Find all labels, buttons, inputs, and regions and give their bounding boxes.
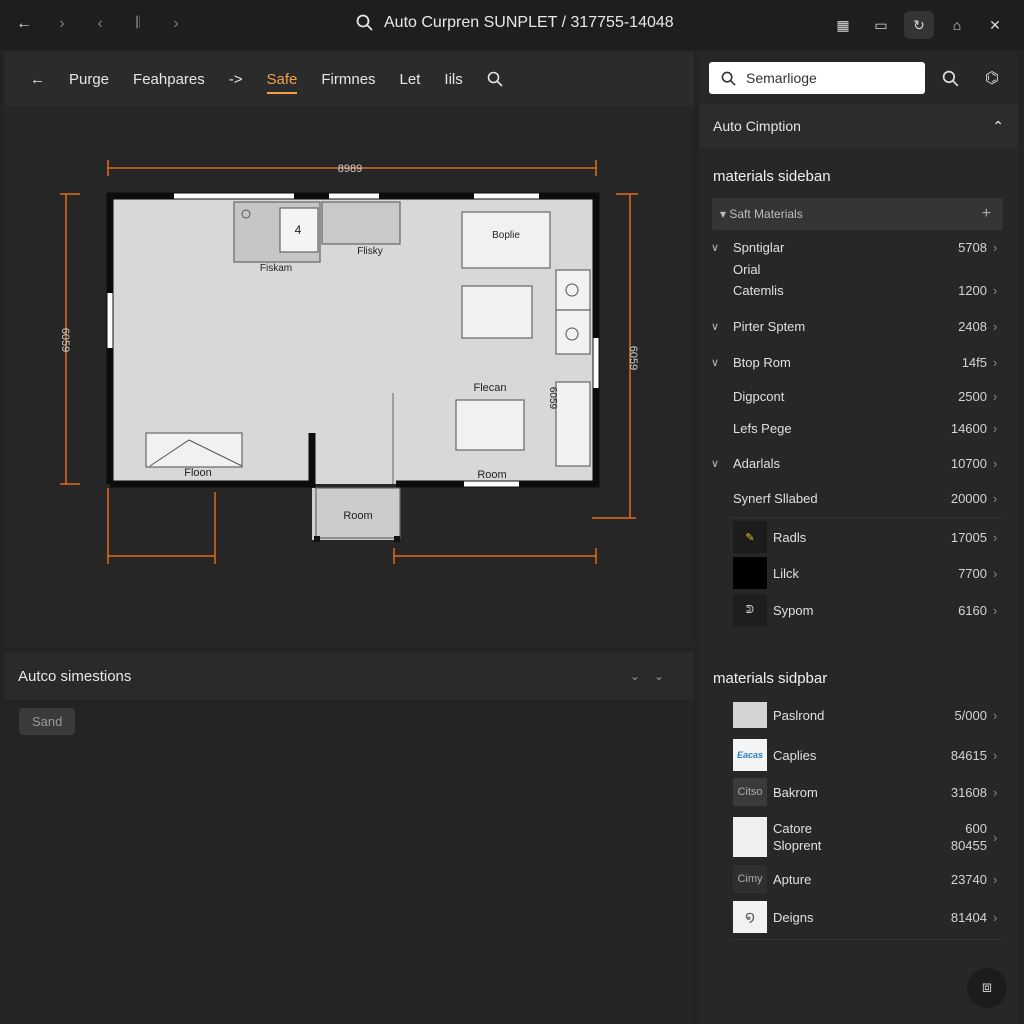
toolbar-iils[interactable]: Iils [432,52,474,106]
toolbar-back-icon[interactable]: ← [18,52,57,106]
blue-text-swatch: Eacas [733,739,767,771]
texture-icon: ᕲ [733,594,767,626]
home-icon[interactable]: ⌂ [942,11,972,39]
floor-label: Floon [184,467,212,479]
filter-label: Saft Materials [729,207,803,221]
dim-left-label: 6059 [59,328,71,352]
bedroom-label: Boplie [492,230,520,241]
text-swatch: Citso [733,778,767,806]
list-item[interactable]: Orial [711,262,1005,277]
floorplan-canvas[interactable]: 8989 6059 6059 6059 4 Fiskam Flisky Bopl… [4,108,694,647]
suggestions-panel: Autco simestions ⌄⌄ Sand [4,652,694,1024]
search-icon [721,71,736,86]
list-item[interactable]: Catemlis 1200 › [711,283,1005,298]
list-item[interactable]: ∨ Pirter Sptem 2408 › [711,319,1005,334]
close-icon[interactable]: ✕ [980,11,1010,39]
add-icon[interactable]: + [982,205,991,223]
cube-icon[interactable]: ⧈ [967,968,1007,1008]
back-arrow-icon[interactable]: ← [12,12,36,36]
list-item[interactable]: ∨ Spntiglar 5708 › [711,240,1005,255]
dim-top-label: 8989 [338,163,362,175]
list-item[interactable]: Synerf Sllabed 20000 › [711,491,1005,506]
toolbar-purge[interactable]: Purge [57,52,121,106]
material-item[interactable]: ✎ Radls 17005 › [711,521,1005,553]
black-swatch [733,557,767,589]
material-item[interactable]: ໑ Deigns 81404 › [711,901,1005,933]
material-item[interactable]: ᕲ Sypom 6160 › [711,594,1005,626]
refresh-icon[interactable]: ↻ [904,11,934,39]
title-bar: ← › ‹ 𝄃 › Auto Curpren SUNPLET / 317755-… [0,0,1024,50]
fixture-label: Fiskam [260,263,292,274]
toolbar-let[interactable]: Let [388,52,433,106]
minimize-icon[interactable]: ▭ [866,11,896,39]
filter-row[interactable]: ▾ Saft Materials + [712,198,1003,230]
plugin-icon[interactable]: ⌬ [975,62,1009,94]
calculator-icon[interactable]: ▦ [828,11,858,39]
dim-right-label: 6059 [627,346,639,370]
material-item[interactable]: Paslrond 5/000 › [711,702,1005,728]
collapse-chevron-icon[interactable]: ⌄⌄ [630,669,678,683]
library-icon[interactable]: 𝄃 [126,12,150,36]
auto-section-header[interactable]: Auto Cimption ⌃ [699,104,1018,148]
white-swatch [733,817,767,857]
auto-section-title: Auto Cimption [713,118,801,134]
room-bottom-label: Room [477,469,506,481]
filter-triangle-icon: ▾ [720,207,730,221]
search-button-icon[interactable] [933,62,967,94]
material-item[interactable]: Catore Sloprent 600 80455 › [711,816,1005,858]
toolbar-safe[interactable]: Safe [255,52,310,106]
materials-sidebar: Semarlioge ⌬ Auto Cimption ⌃ materials s… [699,52,1018,1024]
list-item[interactable]: Lefs Pege 14600 › [711,421,1005,436]
materials-title-2: materials sidpbar [713,670,828,687]
next-chevron-icon[interactable]: › [164,12,188,36]
collapse-up-icon[interactable]: ⌃ [992,118,1004,135]
search-placeholder: Semarlioge [746,70,817,86]
toolbar-search-icon[interactable] [475,52,515,106]
editor-panel: ← Purge Feahpares -> Safe Firmnes Let Ii… [4,52,694,647]
forward-chevron-icon[interactable]: › [50,12,74,36]
list-item[interactable]: ∨ Adarlals 10700 › [711,456,1005,471]
material-item[interactable]: Eacas Caplies 84615 › [711,739,1005,771]
search-icon[interactable] [356,14,374,32]
editor-toolbar: ← Purge Feahpares -> Safe Firmnes Let Ii… [4,52,694,106]
sand-chip[interactable]: Sand [19,708,76,735]
swirl-icon: ໑ [733,901,767,933]
sidebar-search-input[interactable]: Semarlioge [709,62,925,94]
fixture2-label: Flisky [357,246,383,257]
main-room-label: Flecan [473,382,506,394]
suggestions-title: Autco simestions [18,667,132,685]
material-item[interactable]: Cimy Apture 23740 › [711,865,1005,893]
toolbar-feahpares[interactable]: Feahpares [121,52,217,106]
light-swatch [733,702,767,728]
material-item[interactable]: Citso Bakrom 31608 › [711,778,1005,806]
pencil-icon: ✎ [733,521,767,553]
fixture-number-label: 4 [295,223,302,237]
window-title: Auto Curpren SUNPLET / 317755-14048 [384,14,674,31]
back-chevron-icon[interactable]: ‹ [88,12,112,36]
dim-inner-label: 6059 [547,387,558,410]
text-swatch: Cimy [733,865,767,893]
toolbar-arrow[interactable]: -> [217,52,255,106]
materials-title-1: materials sideban [713,168,831,185]
room-entry-label: Room [343,510,372,522]
material-item[interactable]: Lilck 7700 › [711,557,1005,589]
list-item[interactable]: ∨ Btop Rom 14f5 › [711,355,1005,370]
toolbar-firmnes[interactable]: Firmnes [309,52,387,106]
list-item[interactable]: Digpcont 2500 › [711,389,1005,404]
